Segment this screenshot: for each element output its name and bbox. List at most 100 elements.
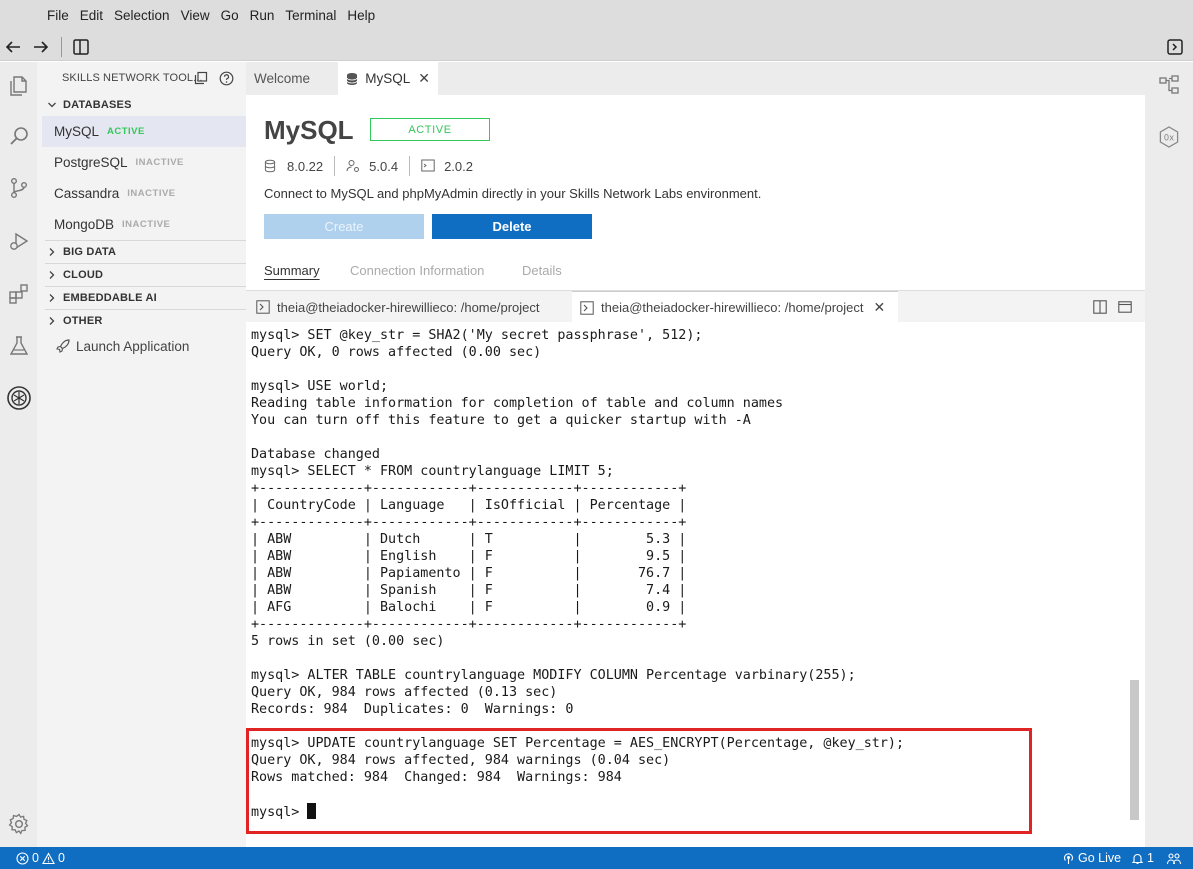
terminal-icon [256,300,270,314]
menu-help[interactable]: Help [342,0,380,32]
menu-selection[interactable]: Selection [109,0,175,32]
terminal-icon [421,159,435,173]
launch-application-button[interactable]: Launch Application [55,338,189,354]
create-button[interactable]: Create [264,214,424,239]
terminal-tab-label: theia@theiadocker-hirewillieco: /home/pr… [277,299,540,315]
close-icon[interactable]: ✕ [418,70,430,87]
tab-mysql[interactable]: MySQL ✕ [338,62,438,95]
source-control-icon[interactable] [5,174,33,202]
highlight-box [246,728,1032,834]
section-big-data[interactable]: BIG DATA [45,241,246,263]
terminal-line: 5 rows in set (0.00 sec) [251,634,445,649]
section-other[interactable]: OTHER [45,310,246,332]
db-status-badge: ACTIVE [107,126,145,137]
warning-count: 0 [57,851,65,865]
phpmyadmin-version: 5.0.4 [335,156,411,176]
db-item-postgresql[interactable]: PostgreSQL INACTIVE [42,147,246,178]
editor-tabs: Welcome MySQL ✕ [246,62,1145,95]
split-terminal-icon[interactable] [1093,300,1107,314]
sidebar: SKILLS NETWORK TOOL... DATABASES MySQL A… [37,62,246,847]
maximize-panel-icon[interactable] [1118,300,1132,314]
tab-label: MySQL [365,71,411,86]
section-databases-label: DATABASES [63,99,132,111]
error-icon [16,851,29,865]
tab-details[interactable]: Details [522,263,562,278]
terminal-line: | ABW | Papiamento | F | 76.7 | [251,566,687,581]
tab-connection-information[interactable]: Connection Information [350,263,484,278]
terminal-line: +-------------+------------+------------… [251,515,687,530]
menu-run[interactable]: Run [245,0,280,32]
menu-view[interactable]: View [176,0,215,32]
broadcast-icon [1062,852,1075,865]
mysql-version-value: 8.0.22 [287,158,324,174]
warning-icon [42,851,55,865]
terminal[interactable]: mysql> SET @key_str = SHA2('My secret pa… [246,322,1145,847]
menu-bar: File Edit Selection View Go Run Terminal… [0,0,1193,32]
problems-indicator[interactable]: 0 0 [16,847,65,869]
back-arrow-icon[interactable] [2,36,24,58]
terminal-line: | CountryCode | Language | IsOfficial | … [251,498,687,513]
extensions-icon[interactable] [5,280,33,308]
menu-file[interactable]: File [42,0,74,32]
terminal-tab-1[interactable]: theia@theiadocker-hirewillieco: /home/pr… [256,291,556,323]
menu-go[interactable]: Go [216,0,244,32]
terminal-line: | ABW | Dutch | T | 5.3 | [251,532,687,547]
panel-description: Connect to MySQL and phpMyAdmin directly… [264,186,762,201]
terminal-line: Database changed [251,447,380,462]
user-gear-icon [346,159,360,173]
terminal-line: | ABW | Spanish | F | 7.4 | [251,583,687,598]
tab-welcome[interactable]: Welcome [246,62,338,95]
section-databases[interactable]: DATABASES [45,94,246,116]
db-item-mysql[interactable]: MySQL ACTIVE [42,116,246,147]
database-icon [264,159,278,173]
hex-memory-icon[interactable]: 0x [1156,124,1182,150]
outline-icon[interactable] [1156,72,1182,98]
chevron-right-icon [45,247,59,257]
cli-version-value: 2.0.2 [444,158,473,174]
forward-arrow-icon[interactable] [30,36,52,58]
db-item-cassandra[interactable]: Cassandra INACTIVE [42,178,246,209]
section-big-data-label: BIG DATA [63,246,117,258]
launch-application-label: Launch Application [76,338,190,354]
section-cloud-label: CLOUD [63,269,104,281]
menu-terminal[interactable]: Terminal [280,0,341,32]
terminal-tab-2[interactable]: theia@theiadocker-hirewillieco: /home/pr… [572,291,898,323]
notifications-count: 1 [1147,851,1154,865]
skills-network-icon[interactable] [5,384,33,412]
run-debug-icon[interactable] [5,227,33,255]
notifications-indicator[interactable]: 1 [1131,847,1154,869]
terminal-scrollbar[interactable] [1130,680,1139,820]
terminal-line: mysql> ALTER TABLE countrylanguage MODIF… [251,668,856,683]
explorer-icon[interactable] [5,72,33,100]
toolbar [0,32,1193,61]
terminal-line: mysql> SELECT * FROM countrylanguage LIM… [251,464,614,479]
terminal-line: Query OK, 984 rows affected (0.13 sec) [251,685,558,700]
help-icon[interactable] [218,70,234,86]
delete-button[interactable]: Delete [432,214,592,239]
section-cloud[interactable]: CLOUD [45,264,246,286]
terminal-line: Reading table information for completion… [251,396,784,411]
toggle-right-panel-icon[interactable] [1164,36,1186,58]
menu-edit[interactable]: Edit [75,0,108,32]
db-status-badge: INACTIVE [135,157,184,168]
flask-icon[interactable] [5,332,33,360]
mysql-panel: MySQL ACTIVE 8.0.22 5.0.4 2.0.2 Connect … [246,95,1145,290]
terminal-tabs: theia@theiadocker-hirewillieco: /home/pr… [246,290,1145,323]
feedback-icon[interactable] [1166,847,1182,869]
close-icon[interactable]: ✕ [874,299,886,316]
bell-icon [1131,852,1144,865]
sidebar-title: SKILLS NETWORK TOOL... [62,72,203,84]
collapse-all-icon[interactable] [193,70,209,86]
status-badge: ACTIVE [370,118,490,141]
tab-summary[interactable]: Summary [264,263,320,278]
error-count: 0 [32,851,39,865]
terminal-line: mysql> USE world; [251,379,389,394]
search-icon[interactable] [5,122,33,150]
section-embeddable-ai[interactable]: EMBEDDABLE AI [45,287,246,309]
chevron-right-icon [45,316,59,326]
db-item-mongodb[interactable]: MongoDB INACTIVE [42,209,246,240]
toggle-sidebar-icon[interactable] [70,36,92,58]
go-live-button[interactable]: Go Live [1062,847,1121,869]
settings-gear-icon[interactable] [5,810,33,838]
